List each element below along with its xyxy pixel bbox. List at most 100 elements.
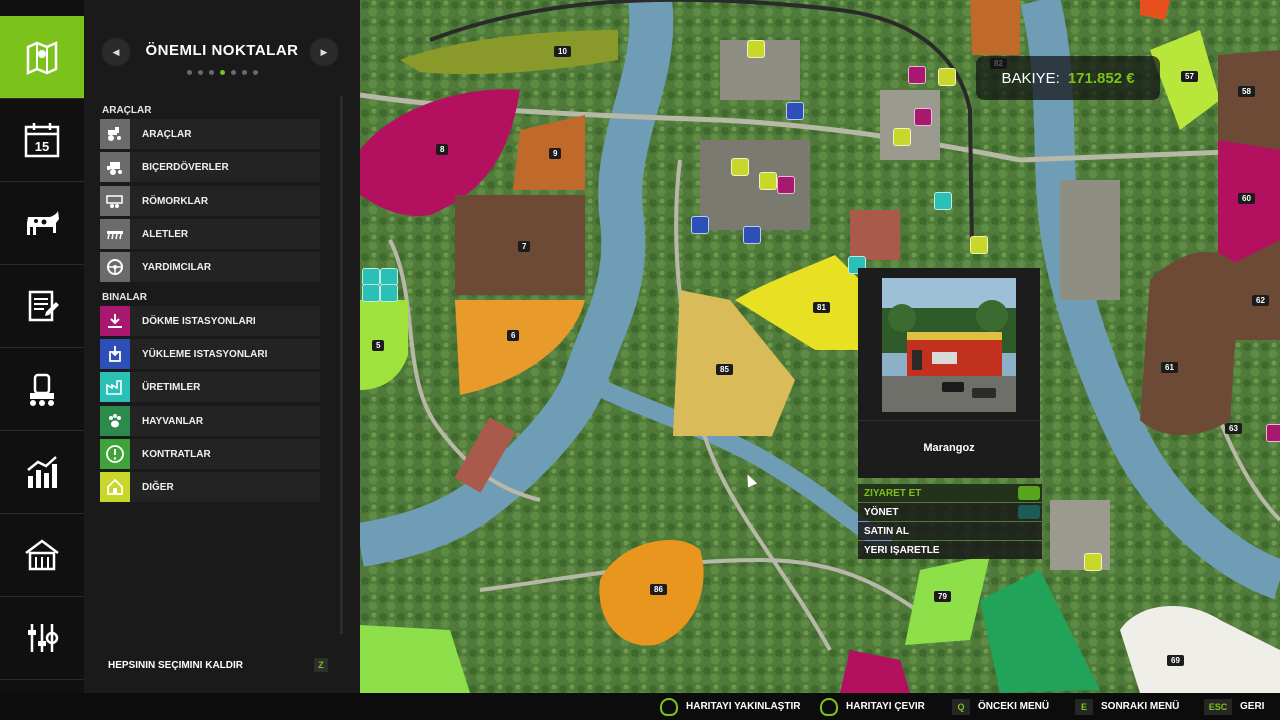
- hint-zoom-map[interactable]: HARITAYI YAKINLAŞTIR: [660, 693, 800, 720]
- tool-icon: [100, 219, 130, 249]
- filter-label: HAYVANLAR: [142, 415, 204, 427]
- deselect-all-label: HEPSININ SEÇIMINI KALDIR: [108, 659, 244, 671]
- field-label[interactable]: 86: [650, 584, 667, 595]
- filter-item-load-stations[interactable]: YÜKLEME ISTASYONLARI: [100, 339, 320, 369]
- field-label[interactable]: 58: [1238, 86, 1255, 97]
- balance-label: BAKIYE:: [1001, 69, 1060, 87]
- key-e: E: [1075, 698, 1093, 715]
- next-page-button[interactable]: ▶: [310, 38, 338, 66]
- filter-item-tools[interactable]: ALETLER: [100, 219, 320, 249]
- field-label[interactable]: 8: [436, 144, 449, 155]
- poi-unload-icon[interactable]: [908, 66, 926, 84]
- manage-button[interactable]: YÖNET: [858, 503, 1042, 521]
- page-dot[interactable]: [252, 70, 258, 75]
- bottom-hint-bar: HARITAYI YAKINLAŞTIR HARITAYI ÇEVIR Q ÖN…: [0, 693, 1280, 720]
- poi-production-icon[interactable]: [380, 284, 398, 302]
- filter-item-other[interactable]: DIĞER: [100, 472, 320, 502]
- rail-production-button[interactable]: [0, 348, 84, 431]
- rail-garage-button[interactable]: [0, 514, 84, 597]
- poi-production-icon[interactable]: [934, 192, 952, 210]
- filter-label: BIÇERDÖVERLER: [142, 161, 229, 173]
- poi-load-icon[interactable]: [786, 102, 804, 120]
- panel-scrollbar[interactable]: [340, 96, 343, 634]
- field-label[interactable]: 85: [716, 364, 733, 375]
- field-label[interactable]: 57: [1181, 71, 1198, 82]
- rail-settings-button[interactable]: [0, 597, 84, 680]
- deselect-all-button[interactable]: HEPSININ SEÇIMINI KALDIR Z: [100, 654, 328, 676]
- buy-button[interactable]: SATIN AL: [858, 522, 1042, 540]
- manage-label: YÖNET: [864, 506, 899, 518]
- key-q: Q: [952, 698, 970, 715]
- field-label[interactable]: 81: [813, 302, 830, 313]
- hint-label: SONRAKI MENÜ: [1101, 701, 1180, 712]
- field-label[interactable]: 69: [1167, 655, 1184, 666]
- exclamation-icon: [100, 439, 130, 469]
- poi-other-icon[interactable]: [970, 236, 988, 254]
- filter-item-animals[interactable]: HAYVANLAR: [100, 406, 320, 436]
- filter-item-helpers[interactable]: YARDIMCILAR: [100, 252, 320, 282]
- filter-item-harvesters[interactable]: BIÇERDÖVERLER: [100, 152, 320, 182]
- field-label[interactable]: 61: [1161, 362, 1178, 373]
- steering-wheel-icon: [100, 252, 130, 282]
- hint-previous-menu[interactable]: Q ÖNCEKI MENÜ: [952, 693, 1049, 720]
- filter-item-trailers[interactable]: RÖMORKLAR: [100, 186, 320, 216]
- poi-other-icon[interactable]: [731, 158, 749, 176]
- filter-item-productions[interactable]: ÜRETIMLER: [100, 372, 320, 402]
- hint-back[interactable]: ESC GERI: [1204, 693, 1264, 720]
- poi-unload-icon[interactable]: [777, 176, 795, 194]
- field-label[interactable]: 7: [518, 241, 531, 252]
- cow-icon: [27, 211, 59, 235]
- map-terrain: [360, 0, 1280, 693]
- page-dot[interactable]: [208, 70, 214, 75]
- filter-item-contracts[interactable]: KONTRATLAR: [100, 439, 320, 469]
- page-dot[interactable]: [186, 70, 192, 75]
- filter-label: ÜRETIMLER: [142, 381, 201, 393]
- mark-location-button[interactable]: YERI IŞARETLE: [858, 541, 1042, 559]
- tractor-icon: [100, 119, 130, 149]
- poi-other-icon[interactable]: [893, 128, 911, 146]
- page-dot[interactable]: [197, 70, 203, 75]
- hint-label: ÖNCEKI MENÜ: [978, 701, 1050, 712]
- field-label[interactable]: 5: [372, 340, 385, 351]
- poi-load-icon[interactable]: [691, 216, 709, 234]
- hint-label: HARITAYI YAKINLAŞTIR: [686, 701, 801, 712]
- field-label[interactable]: 63: [1225, 423, 1242, 434]
- prev-page-button[interactable]: ◀: [102, 38, 130, 66]
- hint-rotate-map[interactable]: HARITAYI ÇEVIR: [820, 693, 925, 720]
- filter-label: KONTRATLAR: [142, 448, 211, 460]
- rail-stats-button[interactable]: [0, 431, 84, 514]
- poi-other-icon[interactable]: [938, 68, 956, 86]
- trailer-icon: [100, 186, 130, 216]
- visit-button[interactable]: ZIYARET ET: [858, 484, 1042, 502]
- field-label[interactable]: 9: [549, 148, 562, 159]
- rail-contracts-button[interactable]: [0, 265, 84, 348]
- poi-other-icon[interactable]: [747, 40, 765, 58]
- map-icon: [26, 41, 58, 75]
- contracts-icon: [28, 290, 59, 322]
- poi-load-icon[interactable]: [743, 226, 761, 244]
- filter-item-vehicles[interactable]: ARAÇLAR: [100, 119, 320, 149]
- poi-other-icon[interactable]: [1084, 553, 1102, 571]
- map-view[interactable]: 10 8 9 7 6 5 85 81 86 79 57 58 60 62 61 …: [360, 0, 1280, 693]
- page-dot[interactable]: [230, 70, 236, 75]
- field-label[interactable]: 62: [1252, 295, 1269, 306]
- poi-unload-icon[interactable]: [1266, 424, 1280, 442]
- field-label[interactable]: 79: [934, 591, 951, 602]
- page-indicator: [84, 70, 360, 75]
- poi-production-icon[interactable]: [362, 284, 380, 302]
- field-label[interactable]: 60: [1238, 193, 1255, 204]
- poi-unload-icon[interactable]: [914, 108, 932, 126]
- calendar-day: 15: [35, 139, 49, 154]
- page-dot-active[interactable]: [219, 70, 225, 75]
- field-label[interactable]: 6: [507, 330, 520, 341]
- poi-other-icon[interactable]: [759, 172, 777, 190]
- rail-animals-button[interactable]: [0, 182, 84, 265]
- hint-next-menu[interactable]: E SONRAKI MENÜ: [1075, 693, 1179, 720]
- filter-item-unload-stations[interactable]: DÖKME ISTASYONLARI: [100, 306, 320, 336]
- field-label[interactable]: 10: [554, 46, 571, 57]
- rail-calendar-button[interactable]: 15: [0, 99, 84, 182]
- balance-value: 171.852 €: [1067, 69, 1135, 87]
- buildings-section-label: BINALAR: [102, 292, 147, 303]
- rail-map-button[interactable]: [0, 16, 92, 99]
- page-dot[interactable]: [241, 70, 247, 75]
